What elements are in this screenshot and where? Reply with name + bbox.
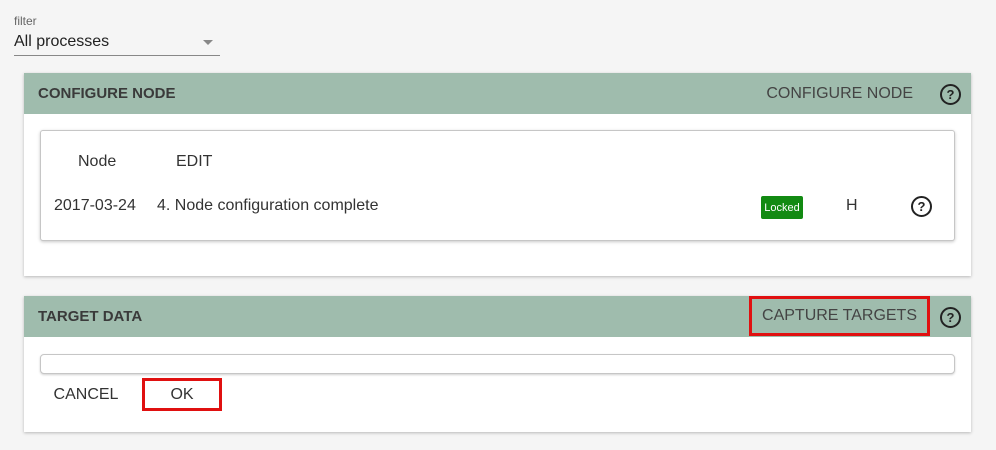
filter-select[interactable]: All processes xyxy=(14,32,220,56)
column-header-edit[interactable]: EDIT xyxy=(176,153,212,171)
configure-node-header: CONFIGURE NODE CONFIGURE NODE ? xyxy=(24,73,971,114)
node-flag: H xyxy=(846,197,858,214)
node-description: 4. Node configuration complete xyxy=(157,197,379,214)
filter-control: filter All processes xyxy=(14,14,220,56)
cancel-button[interactable]: CANCEL xyxy=(48,378,124,411)
status-badge: Locked xyxy=(761,196,803,219)
ok-button[interactable]: OK xyxy=(142,378,222,411)
help-circle-icon[interactable]: ? xyxy=(940,307,961,328)
configure-node-title: CONFIGURE NODE xyxy=(38,85,176,102)
capture-targets-button[interactable]: CAPTURE TARGETS xyxy=(749,296,930,336)
configure-node-card: CONFIGURE NODE CONFIGURE NODE ? Node EDI… xyxy=(24,73,971,276)
help-circle-icon[interactable]: ? xyxy=(911,196,932,217)
filter-label: filter xyxy=(14,14,37,28)
target-data-header: TARGET DATA CAPTURE TARGETS ? xyxy=(24,296,971,337)
target-data-title: TARGET DATA xyxy=(38,308,143,325)
node-table: Node EDIT 2017-03-24 4. Node configurati… xyxy=(40,130,955,241)
help-circle-icon[interactable]: ? xyxy=(940,84,961,105)
target-data-card: TARGET DATA CAPTURE TARGETS ? CANCEL OK xyxy=(24,296,971,432)
chevron-down-icon xyxy=(203,40,213,45)
node-date: 2017-03-24 xyxy=(54,197,136,214)
column-header-node: Node xyxy=(78,153,117,170)
target-data-field[interactable] xyxy=(40,354,955,374)
filter-selected-value: All processes xyxy=(14,33,110,50)
configure-node-button[interactable]: CONFIGURE NODE xyxy=(766,73,913,114)
